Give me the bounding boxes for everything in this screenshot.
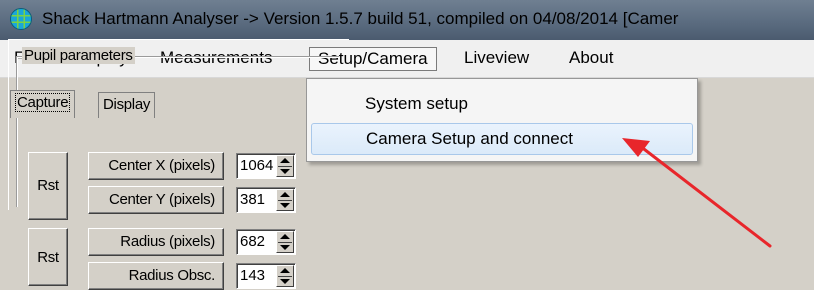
menu-item-camera-setup-connect[interactable]: Camera Setup and connect — [311, 123, 693, 155]
radius-obsc-spin-arrows-icon[interactable] — [276, 265, 294, 287]
radius-label: Radius (pixels) — [88, 228, 224, 256]
radius-obsc-value[interactable]: 143 — [240, 267, 265, 284]
pupil-parameters-label: Pupil parameters — [22, 47, 135, 64]
reset-radius-button[interactable]: Rst — [28, 228, 68, 286]
center-y-value[interactable]: 381 — [240, 191, 265, 208]
window-title: Shack Hartmann Analyser -> Version 1.5.7… — [42, 9, 679, 28]
center-x-spinner[interactable]: 1064 — [236, 153, 296, 179]
reset-center-button[interactable]: Rst — [28, 152, 68, 220]
radius-spinner[interactable]: 682 — [236, 229, 296, 255]
radius-spin-arrows-icon[interactable] — [276, 231, 294, 253]
center-x-label: Center X (pixels) — [88, 152, 224, 180]
radius-obsc-label: Radius Obsc. — [88, 262, 224, 290]
center-x-spin-arrows-icon[interactable] — [276, 155, 294, 177]
menu-about[interactable]: About — [561, 47, 621, 71]
menu-liveview[interactable]: Liveview — [456, 47, 537, 71]
menu-item-system-setup[interactable]: System setup — [311, 89, 693, 121]
radius-obsc-spinner[interactable]: 143 — [236, 263, 296, 289]
center-y-label: Center Y (pixels) — [88, 186, 224, 214]
radius-value[interactable]: 682 — [240, 233, 265, 250]
center-x-value[interactable]: 1064 — [240, 157, 273, 174]
center-y-spin-arrows-icon[interactable] — [276, 189, 294, 211]
setup-camera-dropdown: System setup Camera Setup and connect — [306, 78, 698, 162]
app-globe-icon — [10, 8, 32, 30]
center-y-spinner[interactable]: 381 — [236, 187, 296, 213]
tab-capture[interactable]: Capture — [10, 90, 76, 118]
tab-capture-label: Capture — [15, 93, 71, 112]
title-bar: Shack Hartmann Analyser -> Version 1.5.7… — [0, 0, 814, 40]
